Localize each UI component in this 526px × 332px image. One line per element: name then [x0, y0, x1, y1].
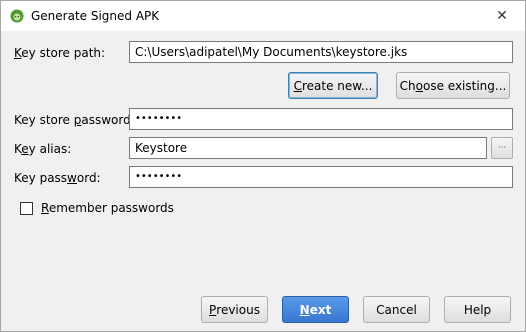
key-store-path-label: Key store path: [14, 46, 106, 60]
ellipsis-icon: ··· [497, 143, 507, 153]
key-alias-input[interactable]: Keystore [129, 137, 487, 159]
key-alias-label: Key alias: [14, 142, 72, 156]
android-studio-icon [10, 9, 24, 23]
choose-existing-button[interactable]: Ch o ose existing... [396, 72, 510, 99]
create-new-button[interactable]: Create new... [288, 72, 378, 99]
dialog-window: Generate Signed APK ✕ Key store path: C:… [0, 0, 526, 332]
window-title: Generate Signed APK [31, 9, 160, 23]
title-bar: Generate Signed APK ✕ [1, 1, 525, 31]
remember-passwords-checkbox[interactable] [20, 202, 33, 215]
close-icon: ✕ [496, 8, 508, 24]
previous-button[interactable]: Previous [201, 296, 268, 323]
cancel-button[interactable]: Cancel [363, 296, 430, 323]
key-alias-browse-button[interactable]: ··· [491, 137, 513, 159]
close-button[interactable]: ✕ [479, 1, 525, 31]
key-store-path-input[interactable]: C:\Users\adipatel\My Documents\keystore.… [129, 41, 513, 63]
key-store-password-label: Key store password: [14, 113, 135, 127]
dialog-content: Key store path: C:\Users\adipatel\My Doc… [1, 31, 525, 331]
key-password-input[interactable]: •••••••• [129, 166, 513, 188]
help-button[interactable]: Help [444, 296, 511, 323]
next-button[interactable]: Next [282, 296, 349, 323]
key-store-password-input[interactable]: •••••••• [129, 108, 513, 130]
key-password-label: Key password: [14, 171, 101, 185]
remember-passwords-label[interactable]: Remember passwords [41, 201, 174, 215]
